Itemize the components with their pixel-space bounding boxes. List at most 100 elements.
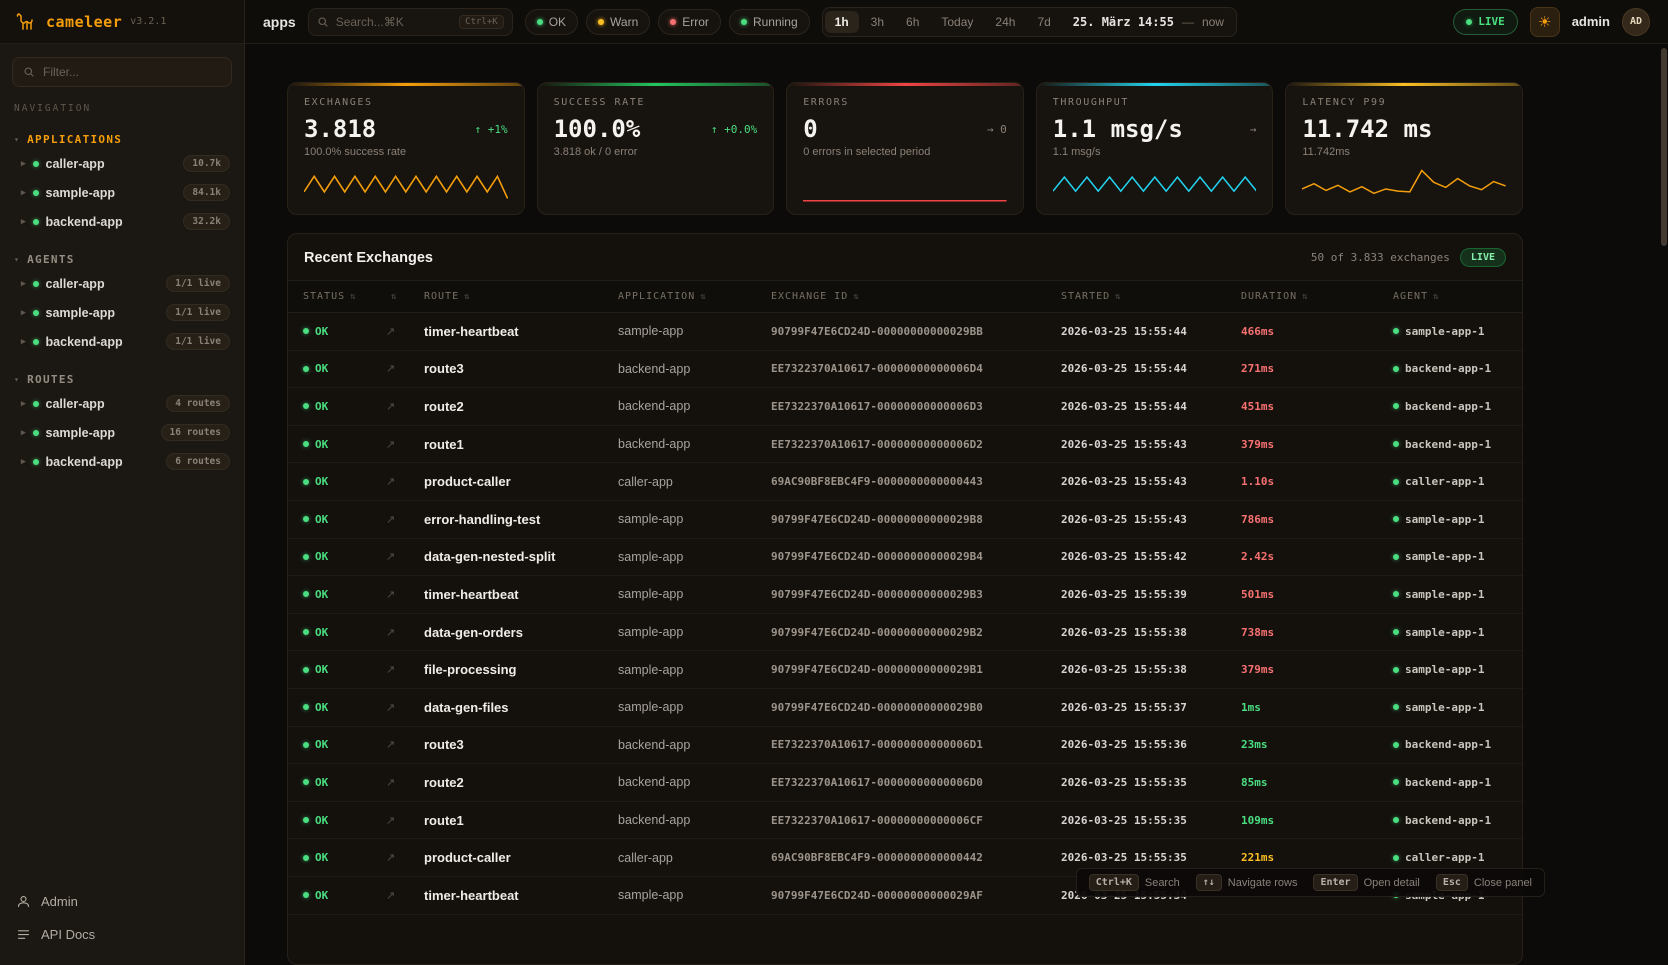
topbar: apps Ctrl+K OKWarnErrorRunning 1h3h6hTod… xyxy=(245,0,1668,44)
live-indicator[interactable]: LIVE xyxy=(1453,9,1518,35)
sidebar-item-caller-app[interactable]: ▸caller-app1/1 live xyxy=(0,269,244,298)
started-cell: 2026-03-25 15:55:43 xyxy=(1061,513,1241,526)
table-row[interactable]: OK↗route1backend-appEE7322370A10617-0000… xyxy=(288,426,1522,464)
sidebar-item-sample-app[interactable]: ▸sample-app1/1 live xyxy=(0,298,244,327)
sidebar-item-api-docs[interactable]: API Docs xyxy=(0,918,244,951)
table-row[interactable]: OK↗product-callercaller-app69AC90BF8EBC4… xyxy=(288,463,1522,501)
table-row[interactable]: OK↗data-gen-orderssample-app90799F47E6CD… xyxy=(288,614,1522,652)
column-header-label: STARTED xyxy=(1061,291,1110,302)
stat-value-row: 1.1 msg/s→ xyxy=(1053,115,1257,143)
scrollbar-thumb[interactable] xyxy=(1661,48,1667,246)
table-row[interactable]: OK↗route2backend-appEE7322370A10617-0000… xyxy=(288,764,1522,802)
status-dot xyxy=(303,591,309,597)
route-cell: route2 xyxy=(424,775,618,790)
global-search[interactable]: Ctrl+K xyxy=(308,8,513,36)
sidebar-item-backend-app[interactable]: ▸backend-app6 routes xyxy=(0,447,244,476)
table-row[interactable]: OK↗route1backend-appEE7322370A10617-0000… xyxy=(288,802,1522,840)
time-range-24h[interactable]: 24h xyxy=(985,11,1025,33)
table-row[interactable]: OK↗data-gen-nested-splitsample-app90799F… xyxy=(288,539,1522,577)
table-row[interactable]: OK↗route3backend-appEE7322370A10617-0000… xyxy=(288,727,1522,765)
table-row[interactable]: OK↗route3backend-appEE7322370A10617-0000… xyxy=(288,351,1522,389)
exchange-id-cell: 69AC90BF8EBC4F9-0000000000000442 xyxy=(771,851,1061,864)
direction-arrow-icon: ↗ xyxy=(386,513,424,526)
column-header-started[interactable]: STARTED⇅ xyxy=(1061,291,1241,302)
stat-accent-bar xyxy=(1037,83,1273,86)
column-header-duration[interactable]: DURATION⇅ xyxy=(1241,291,1393,302)
filter-input[interactable] xyxy=(43,65,221,79)
time-range-buttons: 1h3h6hToday24h7d xyxy=(825,11,1061,33)
stat-card-success-rate[interactable]: SUCCESS RATE100.0%↑ +0.0%3.818 ok / 0 er… xyxy=(537,82,775,215)
status-cell: OK xyxy=(303,325,386,338)
scrollbar[interactable] xyxy=(1659,0,1668,965)
column-header-status[interactable]: STATUS ⇅ xyxy=(303,291,386,302)
sidebar-item-sample-app[interactable]: ▸sample-app16 routes xyxy=(0,418,244,447)
sidebar-item-sample-app[interactable]: ▸sample-app84.1k xyxy=(0,178,244,207)
table-row[interactable]: OK↗timer-heartbeatsample-app90799F47E6CD… xyxy=(288,576,1522,614)
status-cell: OK xyxy=(303,776,386,789)
column-header-route[interactable]: ROUTE⇅ xyxy=(424,291,618,302)
nav-section-header-routes[interactable]: ▾ROUTES xyxy=(0,370,244,389)
sort-icon: ⇅ xyxy=(350,292,356,302)
table-row[interactable]: OK↗timer-heartbeatsample-app90799F47E6CD… xyxy=(288,313,1522,351)
theme-toggle-button[interactable]: ☀ xyxy=(1530,7,1560,37)
sidebar-item-backend-app[interactable]: ▸backend-app32.2k xyxy=(0,207,244,236)
status-dot xyxy=(33,161,39,167)
column-header-exchange-id[interactable]: EXCHANGE ID⇅ xyxy=(771,291,1061,302)
agent-label: sample-app-1 xyxy=(1405,701,1484,714)
exchange-id-cell: 90799F47E6CD24D-00000000000029B1 xyxy=(771,663,1061,676)
content-column: apps Ctrl+K OKWarnErrorRunning 1h3h6hTod… xyxy=(245,0,1668,965)
started-cell: 2026-03-25 15:55:35 xyxy=(1061,814,1241,827)
status-filter-error[interactable]: Error xyxy=(658,9,721,35)
time-range-7d[interactable]: 7d xyxy=(1027,11,1060,33)
exchange-id-cell: 90799F47E6CD24D-00000000000029B4 xyxy=(771,550,1061,563)
table-row[interactable]: OK↗file-processingsample-app90799F47E6CD… xyxy=(288,651,1522,689)
column-header-agent[interactable]: AGENT⇅ xyxy=(1393,291,1522,302)
route-cell: route2 xyxy=(424,399,618,414)
table-row[interactable]: OK↗data-gen-filessample-app90799F47E6CD2… xyxy=(288,689,1522,727)
table-row[interactable]: OK↗route2backend-appEE7322370A10617-0000… xyxy=(288,388,1522,426)
status-dot xyxy=(1393,779,1399,785)
stat-card-exchanges[interactable]: EXCHANGES3.818↑ +1%100.0% success rate xyxy=(287,82,525,215)
route-cell: data-gen-nested-split xyxy=(424,549,618,564)
table-row[interactable]: OK↗error-handling-testsample-app90799F47… xyxy=(288,501,1522,539)
stat-value-row: 0→ 0 xyxy=(803,115,1007,143)
duration-cell: 786ms xyxy=(1241,513,1393,526)
nav-section-header-agents[interactable]: ▾AGENTS xyxy=(0,250,244,269)
column-header-expand[interactable]: ⇅ xyxy=(386,292,424,302)
chevron-right-icon: ▸ xyxy=(21,456,26,467)
hint-key: Ctrl+K xyxy=(1089,874,1139,891)
stat-card-throughput[interactable]: THROUGHPUT1.1 msg/s→1.1 msg/s xyxy=(1036,82,1274,215)
status-dot xyxy=(33,281,39,287)
started-cell: 2026-03-25 15:55:44 xyxy=(1061,362,1241,375)
time-range-6h[interactable]: 6h xyxy=(896,11,929,33)
column-header-application[interactable]: APPLICATION⇅ xyxy=(618,291,771,302)
sidebar-item-backend-app[interactable]: ▸backend-app1/1 live xyxy=(0,327,244,356)
now-button[interactable]: now xyxy=(1194,15,1232,29)
sidebar-item-caller-app[interactable]: ▸caller-app4 routes xyxy=(0,389,244,418)
exchange-id-cell: 90799F47E6CD24D-00000000000029BB xyxy=(771,325,1061,338)
status-filter-ok[interactable]: OK xyxy=(525,9,578,35)
time-range-3h[interactable]: 3h xyxy=(861,11,894,33)
stat-card-errors[interactable]: ERRORS0→ 00 errors in selected period xyxy=(786,82,1024,215)
status-filter-warn[interactable]: Warn xyxy=(586,9,650,35)
time-range-1h[interactable]: 1h xyxy=(825,11,859,33)
column-header-label: STATUS xyxy=(303,291,345,302)
application-cell: sample-app xyxy=(618,324,771,338)
time-range-today[interactable]: Today xyxy=(931,11,983,33)
agent-label: backend-app-1 xyxy=(1405,362,1491,375)
exchange-id-cell: 90799F47E6CD24D-00000000000029B8 xyxy=(771,513,1061,526)
status-filter-running[interactable]: Running xyxy=(729,9,810,35)
started-cell: 2026-03-25 15:55:38 xyxy=(1061,626,1241,639)
sidebar-item-badge: 6 routes xyxy=(166,453,230,470)
sidebar-item-caller-app[interactable]: ▸caller-app10.7k xyxy=(0,149,244,178)
sidebar-item-admin[interactable]: Admin xyxy=(0,885,244,918)
status-cell: OK xyxy=(303,400,386,413)
status-dot xyxy=(303,441,309,447)
sidebar-filter[interactable] xyxy=(12,57,232,87)
avatar[interactable]: AD xyxy=(1622,8,1650,36)
status-dot xyxy=(598,19,604,25)
search-input[interactable] xyxy=(336,15,452,29)
direction-arrow-icon: ↗ xyxy=(386,851,424,864)
stat-card-latency-p99[interactable]: LATENCY P9911.742 ms11.742ms xyxy=(1285,82,1523,215)
nav-section-header-applications[interactable]: ▾APPLICATIONS xyxy=(0,130,244,149)
